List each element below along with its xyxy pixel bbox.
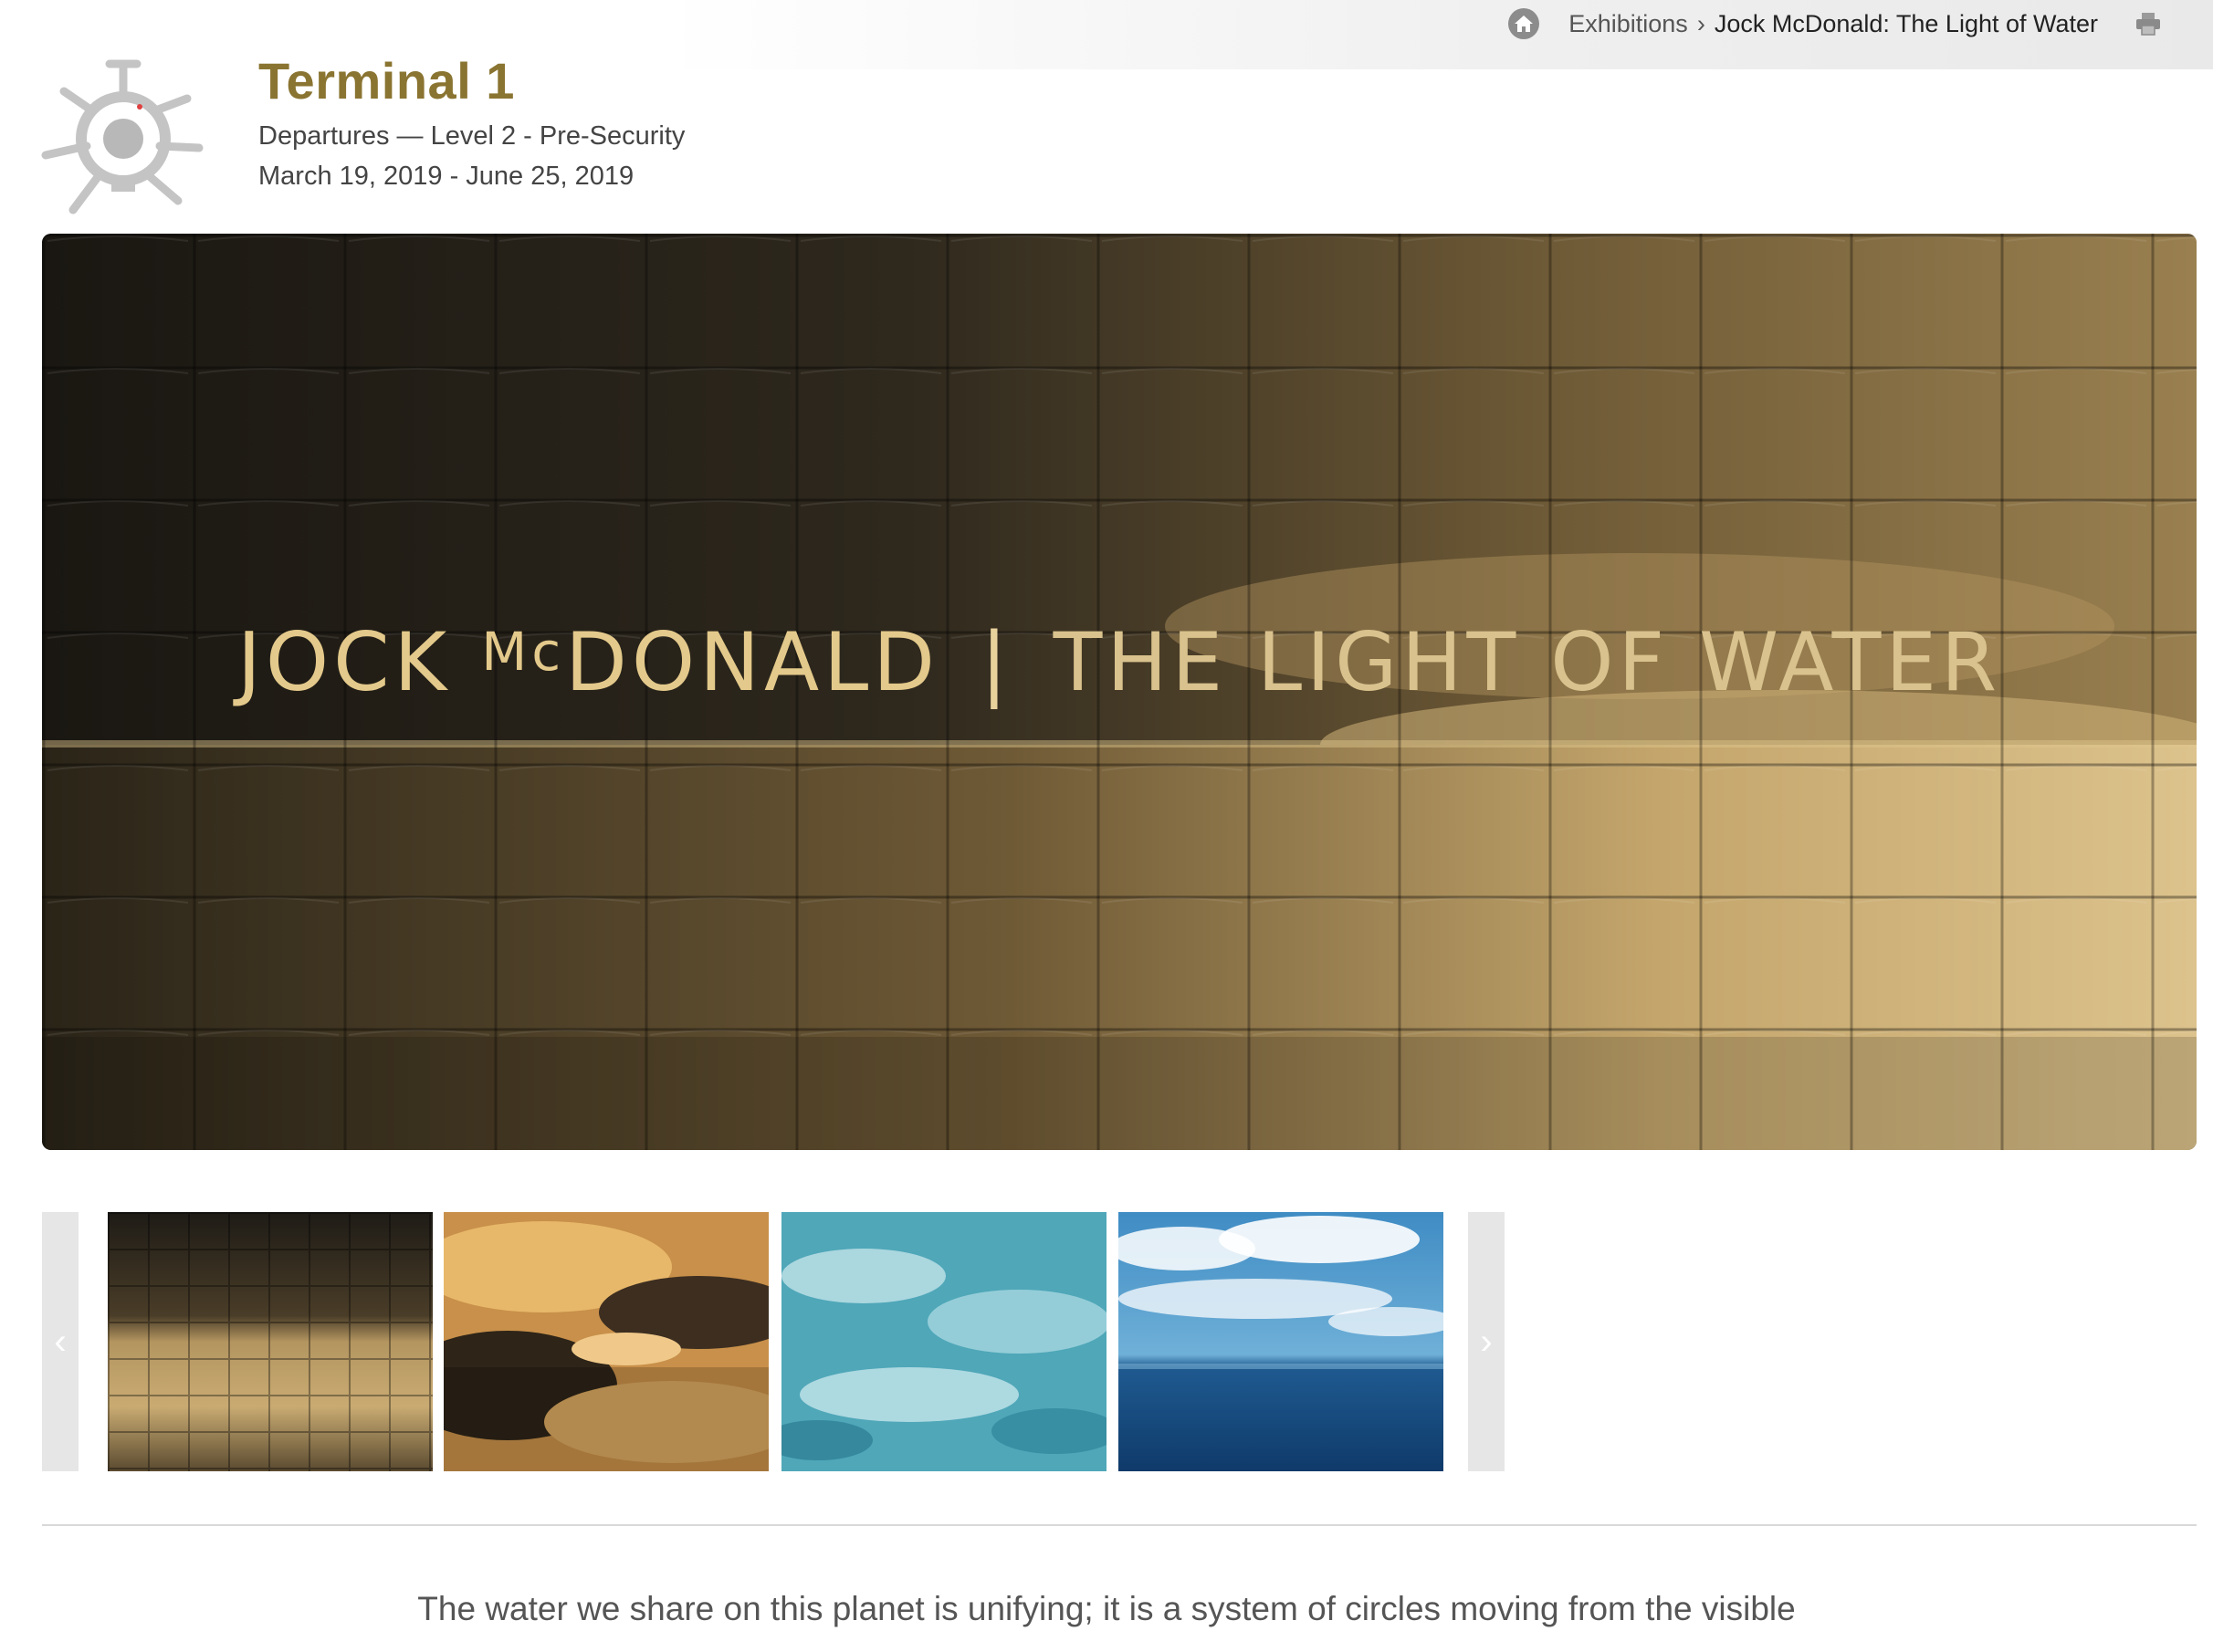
carousel-next-button[interactable]: › xyxy=(1468,1212,1505,1471)
hero-title: JOCK McDONALD | THE LIGHT OF WATER xyxy=(42,615,2197,709)
hero-artist: JOCK xyxy=(236,615,452,709)
home-icon[interactable] xyxy=(1508,8,1540,39)
section-divider xyxy=(42,1524,2197,1526)
exhibit-location: Departures — Level 2 - Pre-Security xyxy=(258,121,686,151)
carousel-thumb-turquoise-water[interactable] xyxy=(781,1212,1106,1471)
carousel-prev-button[interactable]: ‹ xyxy=(42,1212,79,1471)
hero-divider: | xyxy=(980,615,1012,709)
hero-image: JOCK McDONALD | THE LIGHT OF WATER xyxy=(42,234,2197,1150)
sfo-museum-logo[interactable] xyxy=(37,55,210,219)
breadcrumb-current: Jock McDonald: The Light of Water xyxy=(1714,9,2098,37)
carousel-thumb-blue-sky-ocean[interactable] xyxy=(1118,1212,1443,1471)
intro-paragraph: The water we share on this planet is uni… xyxy=(417,1590,1796,1627)
hero-exhibition: THE LIGHT OF WATER xyxy=(1053,615,2002,709)
exhibit-dates: March 19, 2019 - June 25, 2019 xyxy=(258,162,635,191)
breadcrumb-separator: › xyxy=(1696,9,1705,37)
hero-artist-rest: DONALD xyxy=(565,615,939,709)
page-title: Terminal 1 xyxy=(258,52,515,110)
breadcrumb-exhibitions-link[interactable]: Exhibitions xyxy=(1568,10,1688,38)
carousel-thumb-amber-reflections[interactable] xyxy=(444,1212,769,1471)
hero-artist-mc: Mc xyxy=(481,621,566,683)
carousel-thumb-golden-sea[interactable] xyxy=(108,1212,433,1471)
breadcrumb: Exhibitions › Jock McDonald: The Light o… xyxy=(1508,0,2162,47)
page: Exhibitions › Jock McDonald: The Light o… xyxy=(0,0,2213,1652)
print-icon[interactable] xyxy=(2134,11,2162,37)
